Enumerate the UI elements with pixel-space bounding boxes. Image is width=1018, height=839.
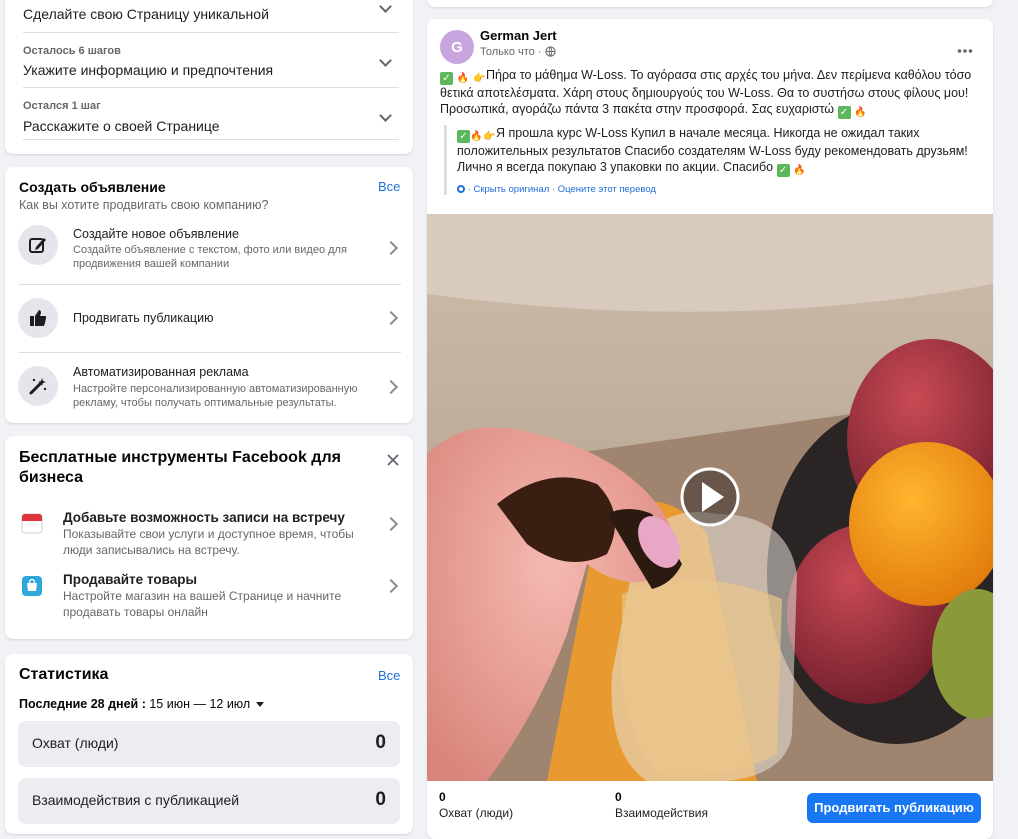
stat-reach[interactable]: Охват (люди) 0 (18, 721, 400, 767)
setup-steps-card: Сделайте свою Страницу уникальной Остало… (5, 0, 413, 154)
sep-dot: · (537, 46, 542, 58)
avatar-letter: G (451, 38, 463, 56)
stat-engagement[interactable]: Взаимодействия с публикацией 0 (18, 778, 400, 824)
engagement-label: Взаимодействия (615, 806, 708, 820)
ad-option-title: Автоматизированная реклама (73, 365, 249, 379)
hide-original-link[interactable]: Скрыть оригинал (473, 184, 549, 195)
chevron-right-icon (383, 379, 399, 395)
divider (23, 139, 399, 140)
ad-option-title: Продвигать публикацию (73, 311, 214, 325)
rate-translation-link[interactable]: Оцените этот перевод (558, 184, 656, 195)
post-text-greek: ✓ 🔥 👉Πήρα το μάθημα W-Loss. Το αγόρασα σ… (440, 67, 980, 119)
divider (23, 32, 399, 33)
post-time[interactable]: Только что (480, 46, 535, 58)
translate-gear-icon (457, 185, 465, 193)
ad-option-desc: Настройте персонализированную автоматизи… (73, 383, 358, 409)
divider (23, 87, 399, 88)
video-frame (427, 214, 993, 781)
check-emoji-icon: ✓ (457, 130, 470, 143)
free-tools-title: Бесплатные инструменты Facebook для бизн… (19, 449, 341, 486)
boost-post-button[interactable]: Продвигать публикацию (807, 793, 981, 823)
thumbs-up-icon (18, 298, 58, 338)
sep-dot: · (551, 184, 556, 195)
stat-label: Взаимодействия с публикацией (32, 792, 240, 808)
stats-period[interactable]: Последние 28 дней : 15 июн — 12 июл (19, 697, 264, 711)
check-emoji-icon: ✓ (776, 164, 790, 177)
more-options-icon[interactable] (957, 41, 973, 53)
edit-icon (18, 225, 58, 265)
divider (19, 352, 401, 353)
close-icon[interactable] (385, 452, 401, 468)
fire-emoji-icon: 🔥 (456, 73, 470, 84)
chevron-right-icon (383, 578, 399, 594)
create-ad-card: Создать объявление Все Как вы хотите про… (5, 167, 413, 423)
step-item-info[interactable]: Укажите информацию и предпочтения (23, 62, 273, 78)
author-avatar[interactable]: G (440, 30, 474, 64)
fire-emoji-icon: 🔥 (470, 131, 483, 142)
post-video[interactable] (427, 214, 993, 781)
post-insights: 0 Охват (люди) 0 Взаимодействия Продвига… (427, 781, 993, 839)
globe-icon (544, 46, 556, 60)
post-text-translated: ✓ 🔥👉Я прошла курс W-Loss Купил в начале м… (457, 125, 977, 177)
chevron-right-icon (383, 240, 399, 256)
see-all-link[interactable]: Все (378, 668, 400, 683)
translation-quote: ✓ 🔥👉Я прошла курс W-Loss Купил в начале м… (444, 125, 993, 195)
caret-down-icon (255, 702, 264, 707)
chevron-right-icon (383, 516, 399, 532)
statistics-card: Статистика Все Последние 28 дней : 15 ию… (5, 654, 413, 834)
stat-value: 0 (375, 789, 386, 810)
magic-wand-icon (18, 366, 58, 406)
tool-title: Продавайте товары (63, 572, 197, 587)
boost-button-label: Продвигать публикацию (814, 800, 974, 815)
translation-actions: · Скрыть оригинал · Оцените этот перевод (457, 184, 993, 195)
reach-value: 0 (439, 790, 446, 804)
shopping-bag-icon (21, 575, 43, 597)
fire-emoji-icon: 🔥 (854, 107, 867, 118)
chevron-right-icon (383, 310, 399, 326)
steps-remaining-label: Остался 1 шаг (23, 100, 101, 112)
tool-desc: Настройте магазин на вашей Странице и на… (63, 589, 342, 619)
step-item-unique[interactable]: Сделайте свою Страницу уникальной (23, 6, 269, 22)
free-tools-card: Бесплатные инструменты Facebook для бизн… (5, 436, 413, 639)
tool-title: Добавьте возможность записи на встречу (63, 510, 345, 525)
chevron-down-icon[interactable] (379, 109, 392, 122)
see-all-link[interactable]: Все (378, 179, 400, 194)
check-emoji-icon: ✓ (837, 106, 851, 119)
engagement-value: 0 (615, 790, 622, 804)
post-body-russian: Я прошла курс W-Loss Купил в начале меся… (457, 126, 968, 174)
pointing-hand-emoji-icon: 👉 (483, 131, 496, 142)
post-body-greek: Πήρα το μάθημα W-Loss. Το αγόρασα στις α… (440, 68, 972, 116)
ad-option-desc: Создайте объявление с текстом, фото или … (73, 244, 347, 270)
tool-desc: Показывайте свои услуги и доступное врем… (63, 527, 354, 557)
sep-dot: · (467, 184, 471, 195)
post-meta: Только что · (480, 46, 556, 60)
period-label: Последние 28 дней : (19, 697, 146, 711)
pointing-hand-emoji-icon: 👉 (473, 73, 486, 84)
ad-option-title: Создайте новое объявление (73, 227, 239, 241)
fire-emoji-icon: 🔥 (793, 165, 806, 176)
calendar-icon (21, 512, 43, 534)
statistics-title: Статистика (19, 666, 109, 683)
period-range: 15 июн — 12 июл (149, 697, 251, 711)
step-item-about[interactable]: Расскажите о своей Странице (23, 118, 220, 134)
reach-label: Охват (люди) (439, 806, 514, 820)
create-ad-subtitle: Как вы хотите продвигать свою компанию? (19, 198, 269, 212)
steps-remaining-label: Осталось 6 шагов (23, 45, 121, 57)
check-emoji-icon: ✓ (440, 72, 453, 85)
divider (19, 284, 401, 285)
stat-label: Охват (люди) (32, 735, 119, 751)
create-ad-title: Создать объявление (19, 179, 166, 195)
post-card: G German Jert Только что · ✓ 🔥 👉Πήρα το … (427, 19, 993, 839)
chevron-down-icon[interactable] (379, 0, 392, 13)
chevron-down-icon[interactable] (379, 54, 392, 67)
author-name[interactable]: German Jert (480, 28, 557, 43)
previous-card-edge (427, 0, 993, 7)
stat-value: 0 (375, 732, 386, 753)
